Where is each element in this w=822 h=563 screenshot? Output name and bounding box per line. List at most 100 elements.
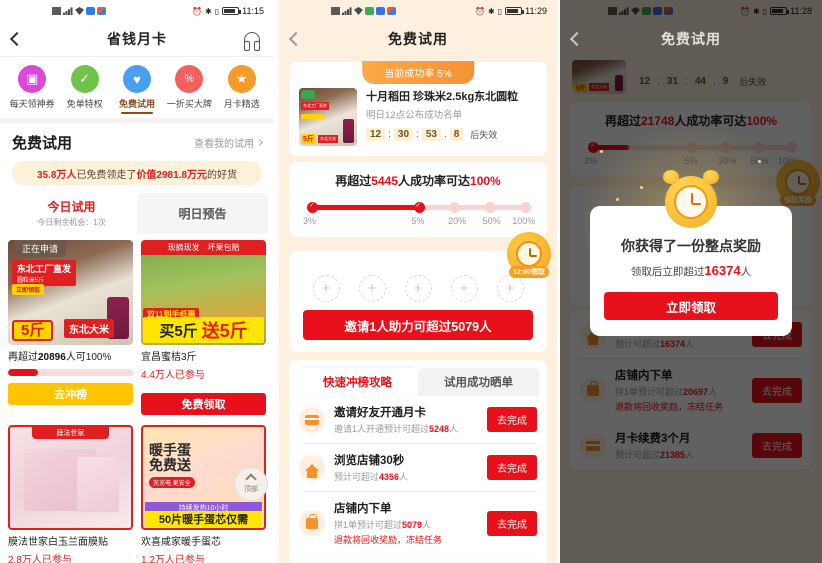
status-bar-2: ⏰ ✱ ▯ 11:29 [279,0,557,22]
product-participants: 1.2万人已参与 [141,555,205,563]
freshness-ribbon: 现摘现发 坏果包赔 [141,240,266,255]
slider-knob-1[interactable] [413,201,425,213]
task-action-button[interactable]: 去完成 [487,407,537,432]
status-left-icons [52,7,106,15]
tab-strategy[interactable]: 快速冲榜攻略 [297,368,418,396]
task-row: 邀请好友开通月卡 邀请1人开通预计可超过5248人 去完成 [299,396,537,443]
claim-free-button[interactable]: 免费领取 [141,393,266,415]
task-sub: 预计可超过4356人 [334,470,478,483]
product-card-orange[interactable]: 现摘现发 坏果包赔 双11到手低惠 买5斤 送5斤 宜昌蜜桔3斤 4.4万人已参… [141,240,266,415]
category-item-0[interactable]: ▣ 每天领神券 [7,65,57,110]
helper-slot-1[interactable]: + [358,275,386,302]
task-list: 邀请好友开通月卡 邀请1人开通预计可超过5248人 去完成 浏览店铺30秒 预计… [289,396,547,563]
task-sub-num: 5248 [429,424,450,434]
progress-slider[interactable] [307,201,532,213]
tick-0: 3% [303,216,317,226]
rice-product-image: 正在申请 东北工厂直发 圆粒米5斤 立即领取 5斤 东北大米 [8,240,133,345]
tab-tomorrow[interactable]: 明日预告 [137,193,268,234]
modal-sub-post: 人 [740,266,752,278]
product-progress-text: 再超过20896人可100% [8,351,133,364]
task-sub: 拼1单预计可超过5079人 [334,518,478,531]
product-card-mask[interactable]: 膜法世家 膜法世家白玉兰面膜贴 2.8万人已参与 免费领取 [8,425,133,563]
tick-1: 5% [411,216,425,226]
brand-badge: 东北大米 [318,135,338,143]
factory-chip: 东北工厂直发 [301,102,329,110]
clock-badge-label: 12:00领取 [509,266,549,278]
clock-face-icon [516,241,542,267]
rank-progress-card: 再超过5445人成功率可达100% 3% 5% 20% 50% 100% [289,162,547,237]
invite-button[interactable]: 邀请1人助力可超过5079人 [303,310,533,340]
category-label-1: 免单特权 [66,99,103,109]
panel3-body: ⏰ ✱ ▯ 11:28 5斤 东北大米 12 : 31 : [560,0,822,563]
chevron-right-icon [255,138,264,147]
signal-icon [63,7,73,15]
task-sub-num: 5079 [402,520,423,530]
category-item-2[interactable]: ♥ 免费试用 [112,65,162,114]
stats-banner: 35.8万人 已免费领走了 价值2981.8万元 的好货 [12,161,262,185]
slider-knob-3[interactable] [484,202,496,213]
task-row: 月卡续费3个月 去完成 [299,554,537,563]
task-sub-post: 人 [449,424,459,434]
slider-knob-2[interactable] [449,202,461,213]
handwarmer-subbadge: 充充电 更安全 [149,477,195,488]
buy-bar: 买5斤 送5斤 [143,317,264,343]
view-my-trials-link[interactable]: 查看我的试用 [194,135,264,150]
banner-count: 35.8万人 [36,169,77,181]
slider-knob-4[interactable] [520,202,532,213]
category-item-4[interactable]: ★ 月卡精选 [217,65,267,110]
card-icon [299,406,325,433]
tick-4: 100% [512,216,536,226]
slider-knob-0[interactable] [307,201,318,213]
progress-pre: 再超过 [8,352,38,363]
buy-left-label: 买5斤 [159,322,198,340]
helper-slot-2[interactable]: + [404,275,432,302]
sparkle-icon [616,198,619,201]
signal-icon [342,7,352,15]
status-right-icons: ⏰ ✱ ▯ 11:29 [475,6,547,16]
task-text: 店铺内下单 拼1单预计可超过5079人 退款将回收奖励，冻结任务 [334,500,478,546]
scroll-to-top-icon[interactable]: 顶部 [234,467,268,501]
status-right-icons: ⏰ ✱ ▯ 11:15 [192,6,264,16]
surpass-mid: 人成功率可达 [398,174,471,188]
category-item-1[interactable]: ✓ 免单特权 [60,65,110,110]
section-title: 免费试用 [12,135,73,152]
helper-slot-3[interactable]: + [450,275,478,302]
bluetooth-icon: ✱ [205,6,212,16]
category-item-3[interactable]: % 一折买大牌 [164,65,214,110]
wifi-icon [75,7,84,15]
navbar-2: 免费试用 [279,22,557,56]
tick-2: 20% [448,216,467,226]
battery-icon [222,7,242,15]
alarm-icon: ⏰ [192,6,203,16]
hourly-reward-icon[interactable]: 12:00领取 [507,232,551,278]
alarm-icon: ⏰ [475,6,486,16]
claim-now-button[interactable]: 立即领取 [604,292,778,320]
helper-slot-0[interactable]: + [312,275,340,302]
star-icon: ★ [227,65,256,93]
task-sub-pre: 邀请1人开通预计可超过 [334,424,430,434]
go-rank-button[interactable]: 去冲榜 [8,383,133,405]
headset-icon[interactable] [244,31,260,51]
tab-today[interactable]: 今日试用 今日剩余机会：1次 [6,193,137,234]
invite-card: + + + + + 邀请1人助力可超过5079人 [289,251,547,352]
product-participants: 4.4万人已参与 [141,370,205,381]
tab-reviews[interactable]: 试用成功晒单 [418,368,539,396]
view-my-trials-label: 查看我的试用 [194,139,254,150]
product-card-rice[interactable]: 正在申请 东北工厂直发 圆粒米5斤 立即领取 5斤 东北大米 再超过20896人… [8,240,133,415]
helper-slot-4[interactable]: + [496,275,524,302]
task-sub-pre: 预计可超过 [334,472,380,482]
sparkle-icon [600,150,603,153]
status-clock: 11:29 [525,6,547,16]
task-action-button[interactable]: 去完成 [487,455,537,480]
handwarmer-headline: 暖手蛋 免费送 [149,442,191,473]
phone-panel-2: ⏰ ✱ ▯ 11:29 免费试用 当前成功率 5% 东北工厂直发 5斤 东北大米… [279,0,557,563]
countdown-hours: 12 [366,128,386,141]
product-row[interactable]: 东北工厂直发 5斤 东北大米 十月稻田 珍珠米2.5kg东北圆粒 明日12点公布… [299,88,537,146]
task-sub-post: 人 [399,472,409,482]
task-action-button[interactable]: 去完成 [487,510,537,536]
category-label-4: 月卡精选 [223,99,260,109]
heart-tag-icon: ♥ [122,65,151,93]
countdown-sep: : [416,129,419,140]
surpass-pre: 再超过 [335,174,372,188]
tab-today-sub: 今日剩余机会：1次 [37,218,106,227]
